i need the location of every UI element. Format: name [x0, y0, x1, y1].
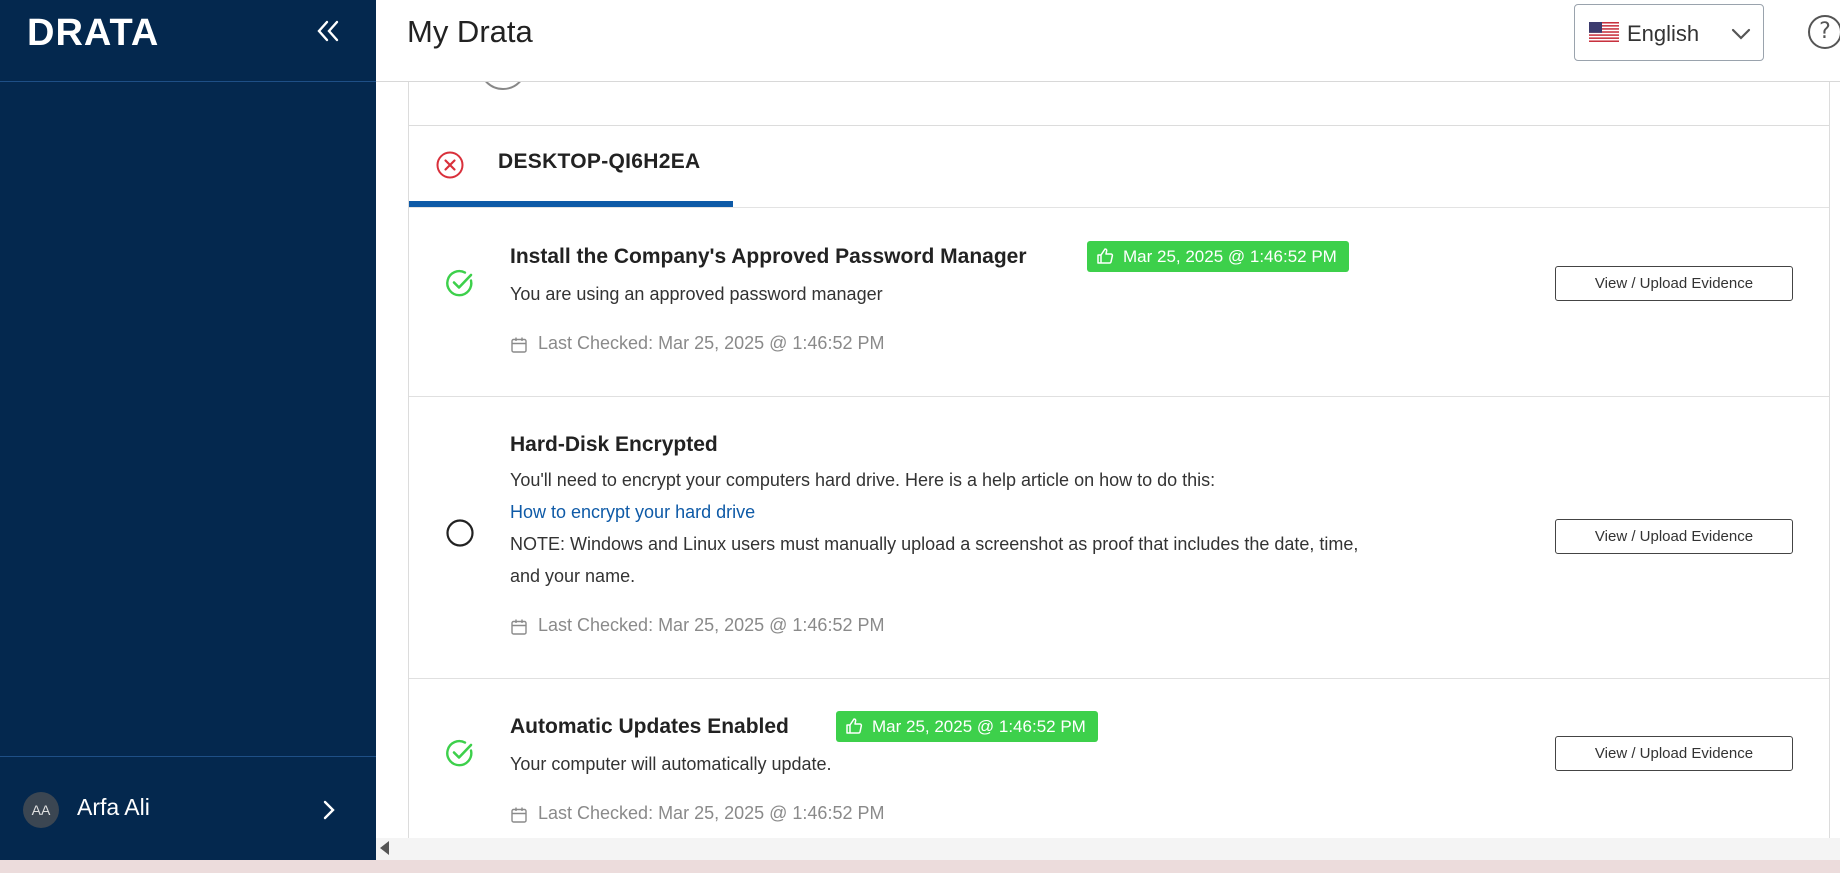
thumbs-up-icon — [846, 718, 863, 734]
previous-section-edge — [409, 82, 1829, 126]
check-automatic-updates: Automatic Updates Enabled Mar 25, 2025 @… — [409, 679, 1829, 838]
calendar-icon — [511, 337, 527, 353]
check-hard-disk-encrypted: Hard-Disk Encrypted You'll need to encry… — [409, 397, 1829, 679]
double-chevron-left-icon — [317, 20, 339, 42]
check-title: Install the Company's Approved Password … — [510, 245, 1027, 268]
page-title: My Drata — [407, 14, 533, 49]
device-card: DESKTOP-QI6H2EA Install the Company's Ap… — [408, 82, 1830, 838]
chevron-down-icon — [1731, 28, 1751, 40]
user-name[interactable]: Arfa Ali — [77, 794, 150, 821]
avatar: AA — [23, 792, 59, 828]
chevron-right-icon[interactable] — [318, 797, 340, 823]
badge-date: Mar 25, 2025 @ 1:46:52 PM — [1123, 247, 1337, 266]
drata-logo[interactable]: DRATA — [27, 12, 159, 55]
tab-device[interactable]: DESKTOP-QI6H2EA — [409, 126, 1829, 208]
calendar-icon — [511, 807, 527, 823]
thumbs-up-icon — [1097, 248, 1114, 264]
badge-date: Mar 25, 2025 @ 1:46:52 PM — [872, 717, 1086, 736]
horizontal-scrollbar[interactable] — [376, 838, 1840, 860]
status-badge: Mar 25, 2025 @ 1:46:52 PM — [836, 711, 1098, 742]
collapse-sidebar-button[interactable] — [310, 16, 346, 52]
us-flag-icon — [1589, 22, 1619, 42]
user-menu[interactable]: AA Arfa Ali — [0, 756, 376, 860]
device-name: DESKTOP-QI6H2EA — [498, 150, 701, 173]
view-upload-evidence-button[interactable]: View / Upload Evidence — [1555, 266, 1793, 301]
check-title: Hard-Disk Encrypted — [510, 433, 718, 456]
sidebar-header: DRATA — [0, 0, 376, 82]
view-upload-evidence-button[interactable]: View / Upload Evidence — [1555, 736, 1793, 771]
tab-underline — [409, 201, 733, 207]
check-title: Automatic Updates Enabled — [510, 715, 789, 738]
error-circle-icon — [436, 151, 464, 179]
help-icon[interactable]: ? — [1808, 15, 1840, 49]
top-bar: My Drata English ? — [376, 0, 1840, 82]
check-description: You are using an approved password manag… — [510, 284, 883, 304]
empty-circle-icon — [446, 519, 474, 547]
check-password-manager: Install the Company's Approved Password … — [409, 209, 1829, 397]
calendar-icon — [511, 619, 527, 635]
check-circle-icon — [446, 269, 473, 297]
sidebar: DRATA AA Arfa Ali — [0, 0, 376, 860]
main-content: DESKTOP-QI6H2EA Install the Company's Ap… — [376, 82, 1840, 838]
check-note-continued: and your name. — [510, 566, 636, 586]
check-note: NOTE: Windows and Linux users must manua… — [510, 534, 1359, 554]
status-badge: Mar 25, 2025 @ 1:46:52 PM — [1087, 241, 1349, 272]
check-circle-icon — [446, 739, 473, 767]
language-select[interactable]: English — [1574, 4, 1764, 61]
language-label: English — [1627, 21, 1700, 46]
scroll-left-arrow-icon[interactable] — [380, 841, 389, 855]
check-description: You'll need to encrypt your computers ha… — [510, 470, 1216, 490]
check-description: Your computer will automatically update. — [510, 754, 832, 774]
view-upload-evidence-button[interactable]: View / Upload Evidence — [1555, 519, 1793, 554]
taskbar-edge — [0, 860, 1840, 873]
encrypt-help-link[interactable]: How to encrypt your hard drive — [510, 502, 755, 523]
